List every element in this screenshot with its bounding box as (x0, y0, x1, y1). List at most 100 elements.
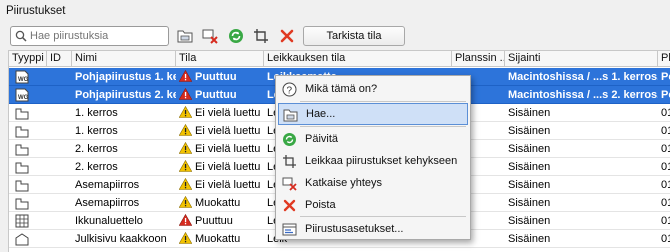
crop-icon[interactable] (252, 27, 270, 45)
menu-item-label: Hae... (306, 108, 336, 120)
error-icon (179, 214, 192, 226)
search-box[interactable] (10, 26, 169, 46)
cell-status: Puuttuu (176, 86, 264, 104)
floorplan-icon (15, 108, 29, 120)
menu-item-label: Päivitä (305, 133, 339, 145)
context-menu: ? Mikä tämä on? Hae... Päivitä Leikkaa piiru… (275, 75, 471, 240)
menu-item-drawing-settings[interactable]: Piirustusasetukset... (278, 219, 468, 241)
cell-status: Muokattu (176, 230, 264, 248)
status-label: Ei vielä luettu (195, 107, 261, 119)
cell-name: Asemapiirros (75, 197, 140, 209)
cell-location: Sisäinen (508, 233, 551, 245)
column-header-location[interactable]: Sijainti (505, 51, 658, 67)
menu-item-crop[interactable]: Leikkaa piirustukset kehykseen (278, 151, 468, 173)
elevation-icon (15, 233, 29, 246)
cell-status: Ei vielä luettu (176, 158, 264, 176)
cell-status: Ei vielä luettu (176, 140, 264, 158)
menu-item-whats-this[interactable]: ? Mikä tämä on? (278, 79, 468, 101)
browse-folder-icon (283, 109, 298, 122)
column-header-type[interactable]: Tyyppi (9, 51, 47, 67)
menu-item-delete[interactable]: Poista (278, 195, 468, 217)
column-header-plan[interactable]: Planssin ... (452, 51, 505, 67)
status-label: Puuttuu (195, 71, 237, 83)
column-header-id[interactable]: ID (47, 51, 72, 67)
refresh-icon[interactable] (227, 27, 245, 45)
wall-icon: WG (15, 70, 29, 84)
delete-icon (283, 199, 296, 212)
cell-pl: 01 (661, 125, 670, 137)
status-label: Puuttuu (195, 215, 233, 227)
cell-name: 2. kerros (75, 161, 118, 173)
warning-icon (179, 124, 192, 136)
wall-icon: WG (15, 88, 29, 102)
cell-status: Puuttuu (176, 68, 264, 86)
cell-pl: 01 (661, 215, 670, 227)
column-header-name[interactable]: Nimi (72, 51, 176, 67)
cell-pl: 01 (661, 161, 670, 173)
error-icon (179, 88, 192, 100)
menu-item-label: Mikä tämä on? (305, 83, 378, 95)
cell-status: Ei vielä luettu (176, 122, 264, 140)
status-label: Ei vielä luettu (195, 143, 261, 155)
menu-item-label: Piirustusasetukset... (305, 223, 404, 235)
cell-pl: Po (661, 71, 670, 83)
cell-location: Macintoshissa / ...s 2. kerros.dwg (508, 89, 658, 101)
toolbar: Tarkista tila (0, 24, 670, 48)
search-input[interactable] (30, 29, 166, 43)
column-header-status[interactable]: Tila (176, 51, 264, 67)
cell-location: Sisäinen (508, 179, 551, 191)
delete-icon[interactable] (278, 27, 296, 45)
status-label: Muokattu (195, 197, 241, 209)
menu-item-label: Poista (305, 199, 336, 211)
floorplan-icon (15, 198, 29, 210)
menu-separator (300, 126, 466, 127)
status-label: Ei vielä luettu (195, 161, 261, 173)
cell-pl: Po (661, 89, 670, 101)
help-icon: ? (282, 82, 297, 97)
table-header: Tyyppi ID Nimi Tila Leikkauksen tila Pla… (9, 51, 670, 67)
cell-name: 1. kerros (75, 125, 118, 137)
menu-item-disconnect[interactable]: Katkaise yhteys (278, 173, 468, 195)
column-header-pl[interactable]: Pl (658, 51, 670, 67)
cell-name: 2. kerros (75, 143, 118, 155)
cell-pl: 01 (661, 233, 670, 245)
cell-pl: 01 (661, 179, 670, 191)
cell-location: Sisäinen (508, 161, 551, 173)
menu-separator (300, 101, 466, 102)
unlink-icon[interactable] (201, 27, 219, 45)
floorplan-icon (15, 162, 29, 174)
cell-pl: 01 (661, 143, 670, 155)
cell-location: Sisäinen (508, 197, 551, 209)
floorplan-icon (15, 180, 29, 192)
menu-item-browse[interactable]: Hae... (278, 103, 468, 125)
floorplan-icon (15, 126, 29, 138)
menu-item-refresh[interactable]: Päivitä (278, 129, 468, 151)
cell-location: Macintoshissa / ...s 1. kerros.dwg (508, 71, 658, 83)
floorplan-icon (15, 144, 29, 156)
warning-icon (179, 142, 192, 154)
status-label: Muokattu (195, 233, 241, 245)
cell-location: Sisäinen (508, 143, 551, 155)
cell-name: Pohjapiirustus 1. ker... (75, 71, 176, 83)
status-label: Ei vielä luettu (195, 125, 261, 137)
warning-icon (179, 232, 192, 244)
cell-name: Asemapiirros (75, 179, 140, 191)
window-title: Piirustukset (6, 5, 66, 17)
cell-status: Puuttuu (176, 212, 264, 230)
warning-icon (179, 178, 192, 190)
menu-separator (300, 216, 466, 217)
unlink-icon (282, 177, 297, 191)
check-status-button[interactable]: Tarkista tila (303, 26, 405, 46)
status-label: Ei vielä luettu (195, 179, 261, 191)
menu-item-label: Leikkaa piirustukset kehykseen (305, 155, 458, 167)
warning-icon (179, 160, 192, 172)
menu-item-label: Katkaise yhteys (305, 177, 383, 189)
column-header-cut-status[interactable]: Leikkauksen tila (264, 51, 452, 67)
browse-folder-icon[interactable] (176, 27, 194, 45)
cell-pl: 01 (661, 197, 670, 209)
svg-text:?: ? (287, 86, 293, 97)
crop-icon (283, 155, 296, 168)
grid-icon (15, 214, 29, 228)
cell-status: Ei vielä luettu (176, 176, 264, 194)
settings-icon (282, 223, 297, 236)
